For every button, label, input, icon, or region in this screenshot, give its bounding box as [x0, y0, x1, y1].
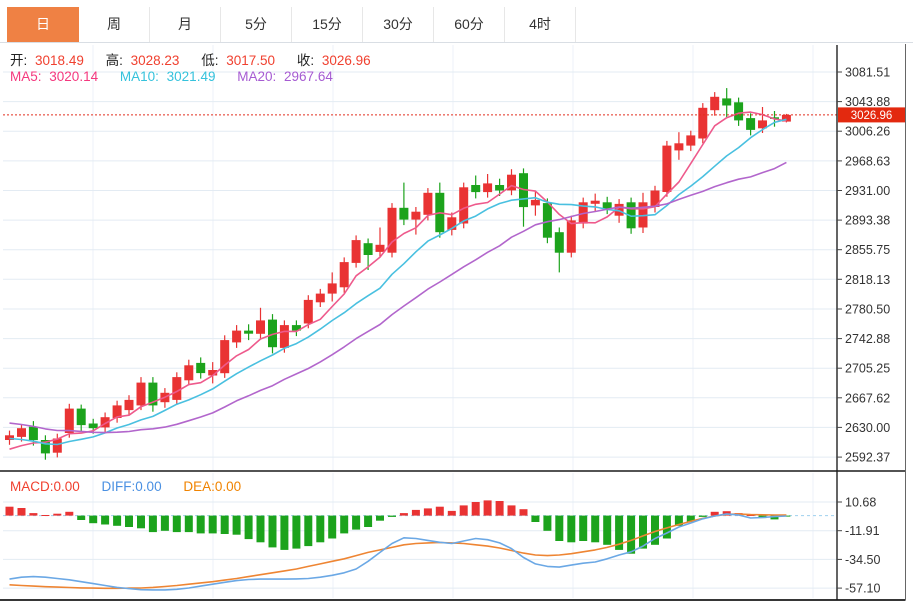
period-tabbar: 日周月 5分 15分 30分 60分 4时: [0, 0, 913, 43]
macd-legend: MACD:0.00 DIFF:0.00 DEA:0.00: [10, 479, 259, 494]
svg-text:-34.50: -34.50: [845, 553, 880, 567]
high-label: 高:: [105, 53, 123, 68]
svg-text:10.68: 10.68: [845, 496, 876, 510]
tab-5min[interactable]: 5分: [221, 7, 292, 42]
tab-30min[interactable]: 30分: [363, 7, 434, 42]
svg-text:2592.37: 2592.37: [845, 451, 890, 465]
svg-text:2742.88: 2742.88: [845, 332, 890, 346]
svg-text:2705.25: 2705.25: [845, 362, 890, 376]
macd-readout: MACD:0.00: [10, 479, 80, 494]
ma-readout: MA5: 3020.14 MA10: 3021.49 MA20: 2967.64: [10, 69, 351, 84]
svg-text:2667.62: 2667.62: [845, 391, 890, 405]
kline-chart-canvas[interactable]: 3026.96 3081.51 3043.88 3006.26 2968.63 2931.…: [0, 0, 913, 604]
svg-text:2630.00: 2630.00: [845, 421, 890, 435]
last-price-marker: 3026.96: [3, 107, 905, 123]
kline-app: 3026.96 3081.51 3043.88 3006.26 2968.63 2931.…: [0, 0, 913, 604]
open-label: 开:: [10, 53, 28, 68]
last-price-badge: 3026.96: [851, 110, 893, 122]
dea-readout: DEA:0.00: [183, 479, 242, 494]
svg-text:2893.38: 2893.38: [845, 214, 890, 228]
tab-month[interactable]: 月: [150, 7, 221, 42]
tab-15min[interactable]: 15分: [292, 7, 363, 42]
high-value: 3028.23: [130, 53, 180, 68]
svg-text:3006.26: 3006.26: [845, 125, 890, 139]
svg-text:-57.10: -57.10: [845, 582, 880, 596]
svg-text:3043.88: 3043.88: [845, 95, 890, 109]
close-value: 3026.96: [321, 53, 371, 68]
close-label: 收:: [296, 53, 315, 68]
open-value: 3018.49: [35, 53, 84, 68]
tab-4hour[interactable]: 4时: [505, 7, 576, 42]
svg-text:2780.50: 2780.50: [845, 303, 890, 317]
tab-day[interactable]: 日: [7, 7, 79, 42]
svg-text:2855.75: 2855.75: [845, 243, 890, 257]
ma10-value: 3021.49: [166, 69, 216, 84]
tab-60min[interactable]: 60分: [434, 7, 505, 42]
low-value: 3017.50: [226, 53, 276, 68]
ma10-label: MA10:: [119, 69, 159, 84]
candlestick-series: [5, 88, 791, 460]
low-label: 低:: [201, 53, 219, 68]
tab-week[interactable]: 周: [79, 7, 150, 42]
svg-text:-11.91: -11.91: [845, 524, 880, 538]
macd-panel: [5, 500, 791, 591]
svg-text:3081.51: 3081.51: [845, 66, 890, 80]
ohlc-readout: 开: 3018.49 高: 3028.23 低: 3017.50 收: 3026…: [10, 49, 389, 69]
svg-text:2968.63: 2968.63: [845, 154, 890, 168]
ma20-value: 2967.64: [284, 69, 333, 84]
diff-readout: DIFF:0.00: [101, 479, 162, 494]
ma5-value: 3020.14: [49, 69, 99, 84]
ma5-label: MA5:: [10, 69, 42, 84]
price-axis: 3081.51 3043.88 3006.26 2968.63 2931.00 2893.…: [836, 45, 890, 600]
svg-text:2818.13: 2818.13: [845, 273, 890, 287]
svg-text:2931.00: 2931.00: [845, 184, 890, 198]
ma20-label: MA20:: [237, 69, 277, 84]
